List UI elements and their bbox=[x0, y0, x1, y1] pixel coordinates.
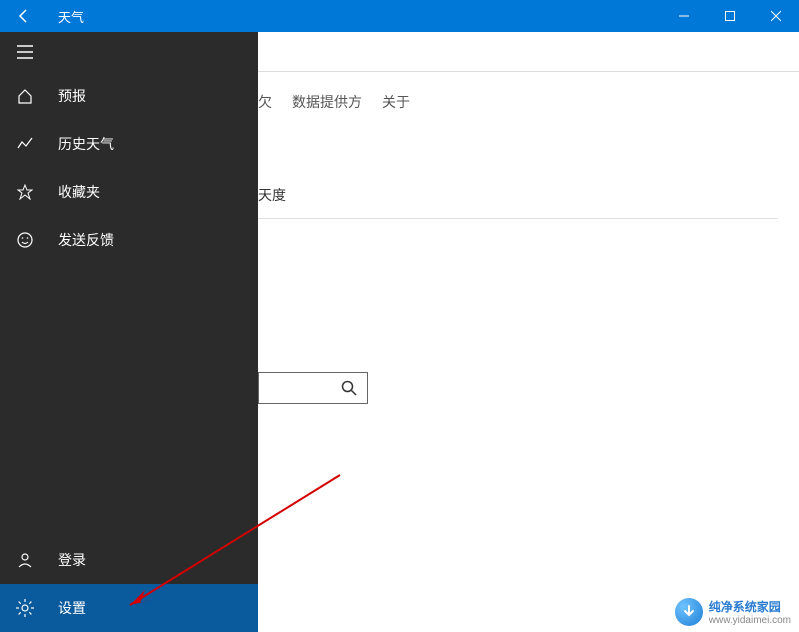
smiley-icon bbox=[16, 231, 34, 249]
sidebar-item-history[interactable]: 历史天气 bbox=[0, 120, 258, 168]
search-input[interactable] bbox=[258, 372, 368, 404]
home-icon bbox=[16, 87, 34, 105]
nav-sidebar: 预报 历史天气 收藏夹 发送反馈 bbox=[0, 32, 258, 632]
sidebar-item-forecast[interactable]: 预报 bbox=[0, 72, 258, 120]
tab-partial[interactable]: 欠 bbox=[258, 92, 272, 112]
close-button[interactable] bbox=[753, 0, 799, 32]
back-button[interactable] bbox=[0, 0, 48, 32]
content-divider bbox=[258, 218, 778, 219]
person-icon bbox=[16, 551, 34, 569]
sidebar-item-label: 发送反馈 bbox=[58, 230, 114, 250]
app-title: 天气 bbox=[58, 7, 84, 26]
tab-data-provider[interactable]: 数据提供方 bbox=[292, 92, 362, 112]
sidebar-item-label: 设置 bbox=[58, 598, 86, 618]
star-icon bbox=[16, 183, 34, 201]
maximize-icon bbox=[725, 11, 735, 21]
sidebar-spacer bbox=[0, 264, 258, 536]
title-bar: 天气 bbox=[0, 0, 799, 32]
watermark-icon bbox=[675, 598, 703, 626]
sidebar-item-favorites[interactable]: 收藏夹 bbox=[0, 168, 258, 216]
minimize-icon bbox=[679, 11, 689, 21]
watermark-line1: 纯净系统家园 bbox=[709, 600, 781, 614]
watermark-text: 纯净系统家园 www.yidaimei.com bbox=[709, 598, 791, 626]
sidebar-item-label: 登录 bbox=[58, 550, 86, 570]
sidebar-item-signin[interactable]: 登录 bbox=[0, 536, 258, 584]
watermark: 纯净系统家园 www.yidaimei.com bbox=[675, 598, 791, 626]
search-icon bbox=[341, 380, 357, 396]
watermark-line2: www.yidaimei.com bbox=[709, 615, 791, 626]
back-arrow-icon bbox=[16, 8, 32, 24]
window-controls bbox=[661, 0, 799, 32]
sidebar-item-settings[interactable]: 设置 bbox=[0, 584, 258, 632]
sidebar-top-group: 预报 历史天气 收藏夹 发送反馈 bbox=[0, 32, 258, 264]
sidebar-item-label: 历史天气 bbox=[58, 134, 114, 154]
chart-icon bbox=[16, 135, 34, 153]
minimize-button[interactable] bbox=[661, 0, 707, 32]
hamburger-icon bbox=[16, 43, 34, 61]
close-icon bbox=[771, 11, 781, 21]
hamburger-button[interactable] bbox=[0, 32, 258, 72]
content-fragment: 天度 bbox=[258, 185, 286, 205]
maximize-button[interactable] bbox=[707, 0, 753, 32]
sidebar-item-label: 预报 bbox=[58, 86, 86, 106]
sidebar-item-feedback[interactable]: 发送反馈 bbox=[0, 216, 258, 264]
gear-icon bbox=[16, 599, 34, 617]
sidebar-bottom-group: 登录 设置 bbox=[0, 536, 258, 632]
sidebar-item-label: 收藏夹 bbox=[58, 182, 100, 202]
tab-about[interactable]: 关于 bbox=[382, 92, 410, 112]
